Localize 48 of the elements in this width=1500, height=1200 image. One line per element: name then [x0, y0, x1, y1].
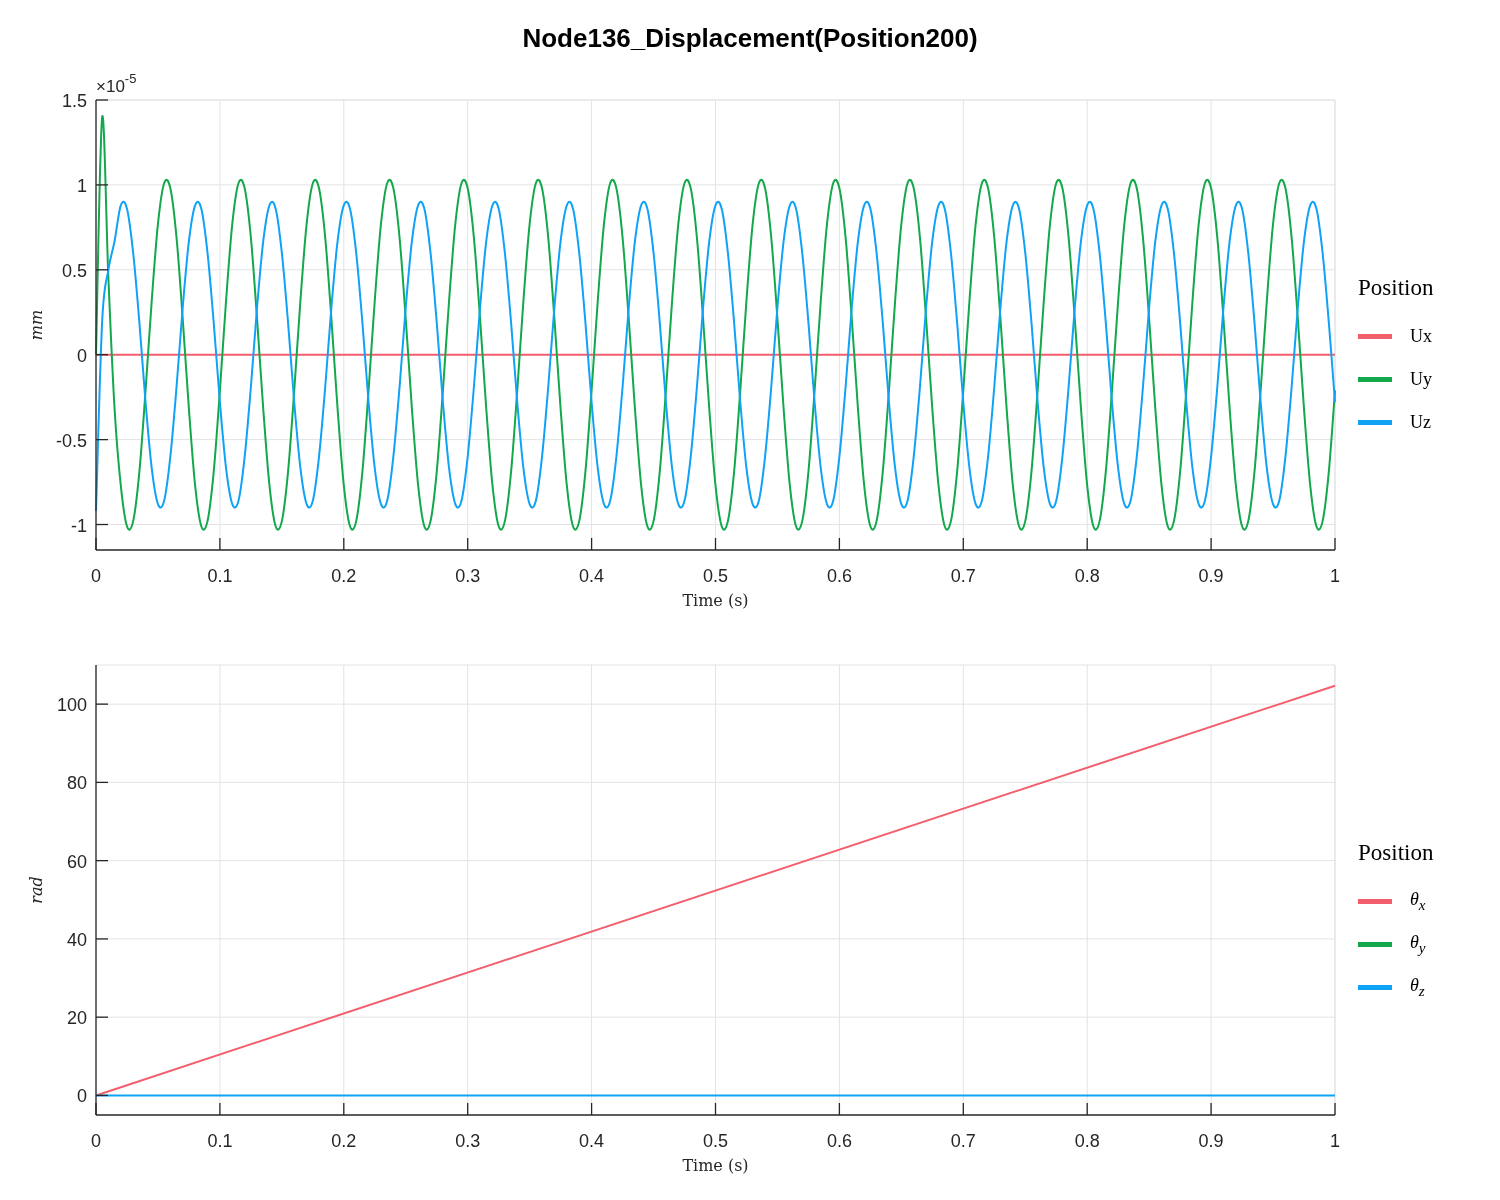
legend-label: θ$_{y}$ — [1410, 932, 1426, 957]
legend-label: Uz — [1410, 412, 1431, 433]
legend-label: θ$_{x}$ — [1410, 889, 1426, 914]
tick-label: 0.8 — [1074, 566, 1100, 586]
chart-title: Node136_Displacement(Position200) — [522, 21, 978, 54]
x-axis-label: Time (s) — [682, 1156, 749, 1175]
tick-label: 0.5 — [703, 566, 728, 586]
tick-label: -1 — [71, 515, 87, 536]
tick-label: 0.2 — [331, 1131, 357, 1151]
legend-label: Uy — [1410, 369, 1432, 390]
legend-title: Position — [1358, 275, 1434, 301]
tick-label: 1.5 — [61, 91, 87, 111]
tick-label: 80 — [66, 773, 87, 794]
tick-label: 0.4 — [579, 566, 605, 586]
tick-label: 0.7 — [950, 566, 976, 586]
tick-label: 40 — [66, 929, 87, 950]
tick-label: 0.9 — [1198, 566, 1224, 586]
tick-label: 0.1 — [207, 1131, 233, 1151]
tick-label: 0.5 — [61, 260, 87, 281]
tick-label: 1 — [1330, 1131, 1340, 1151]
tick-label: 1 — [77, 175, 87, 196]
y-axis-label: rad — [27, 876, 46, 904]
tick-label: 0.3 — [455, 1131, 481, 1151]
legend-title: Position — [1358, 840, 1434, 866]
tick-label: 0.9 — [1198, 1131, 1224, 1151]
tick-label: 0 — [77, 1086, 87, 1107]
tick-label: 0.5 — [703, 1131, 728, 1151]
legend-label: Ux — [1410, 326, 1432, 347]
tick-label: 0 — [77, 345, 87, 366]
tick-label: 60 — [66, 851, 87, 872]
tick-label: 1 — [1330, 566, 1340, 586]
tick-label: -0.5 — [55, 430, 87, 451]
tick-label: 0.8 — [1074, 1131, 1100, 1151]
tick-label: 20 — [66, 1008, 87, 1029]
legend-label: θ$_{z}$ — [1410, 975, 1425, 1000]
tick-label: 0 — [91, 1131, 101, 1151]
x-axis-label: Time (s) — [682, 591, 749, 610]
axis-multiplier: ×10$^{-5}$ — [96, 71, 137, 96]
tick-label: 0 — [91, 566, 101, 586]
tick-label: 100 — [56, 695, 87, 716]
tick-label: 0.1 — [207, 566, 233, 586]
tick-label: 0.7 — [950, 1131, 976, 1151]
y-axis-label: mm — [27, 309, 46, 341]
tick-label: 0.6 — [826, 566, 852, 586]
tick-label: 0.4 — [579, 1131, 605, 1151]
tick-label: 0.6 — [826, 1131, 852, 1151]
tick-label: 0.2 — [331, 566, 357, 586]
tick-label: 0.3 — [455, 566, 481, 586]
